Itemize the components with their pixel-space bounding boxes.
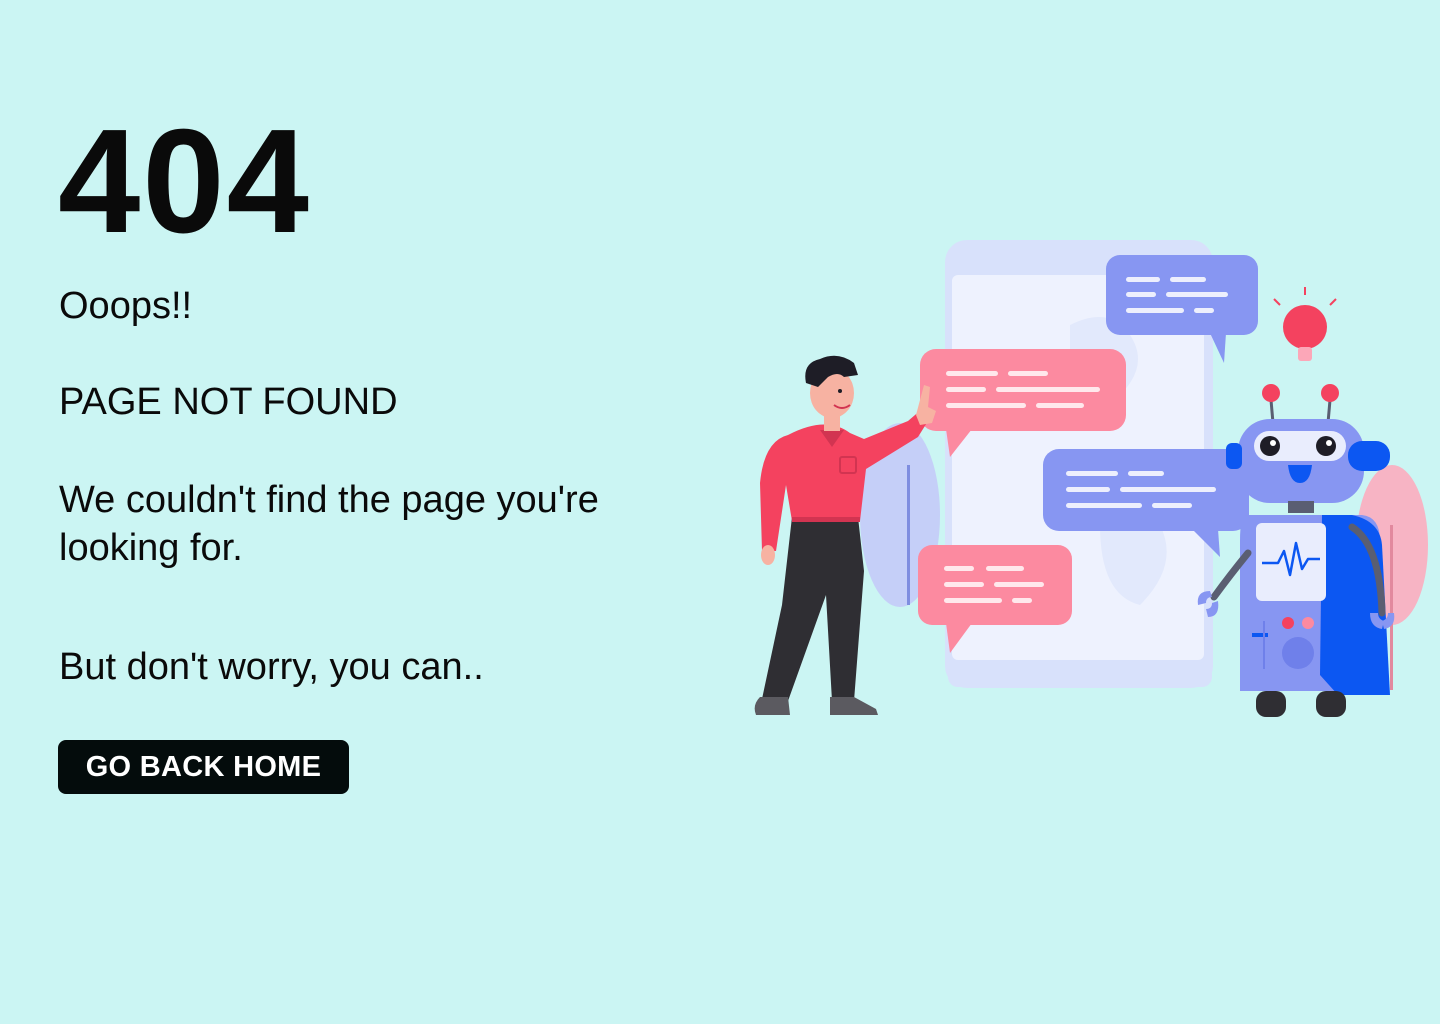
error-message: We couldn't find the page you're looking… (59, 479, 599, 570)
person-and-robot-chat-illustration (754, 240, 1428, 717)
error-code: 404 (58, 99, 311, 264)
error-exclamation: Ooops!! (59, 285, 193, 327)
error-page: 404 Ooops!! PAGE NOT FOUND We couldn't f… (0, 0, 1440, 1024)
go-back-home-button[interactable]: GO BACK HOME (58, 740, 349, 794)
error-reassurance: But don't worry, you can.. (59, 646, 484, 688)
error-title: PAGE NOT FOUND (59, 381, 398, 423)
heartbeat-icon (1256, 523, 1326, 601)
lightbulb-icon (1273, 287, 1337, 361)
